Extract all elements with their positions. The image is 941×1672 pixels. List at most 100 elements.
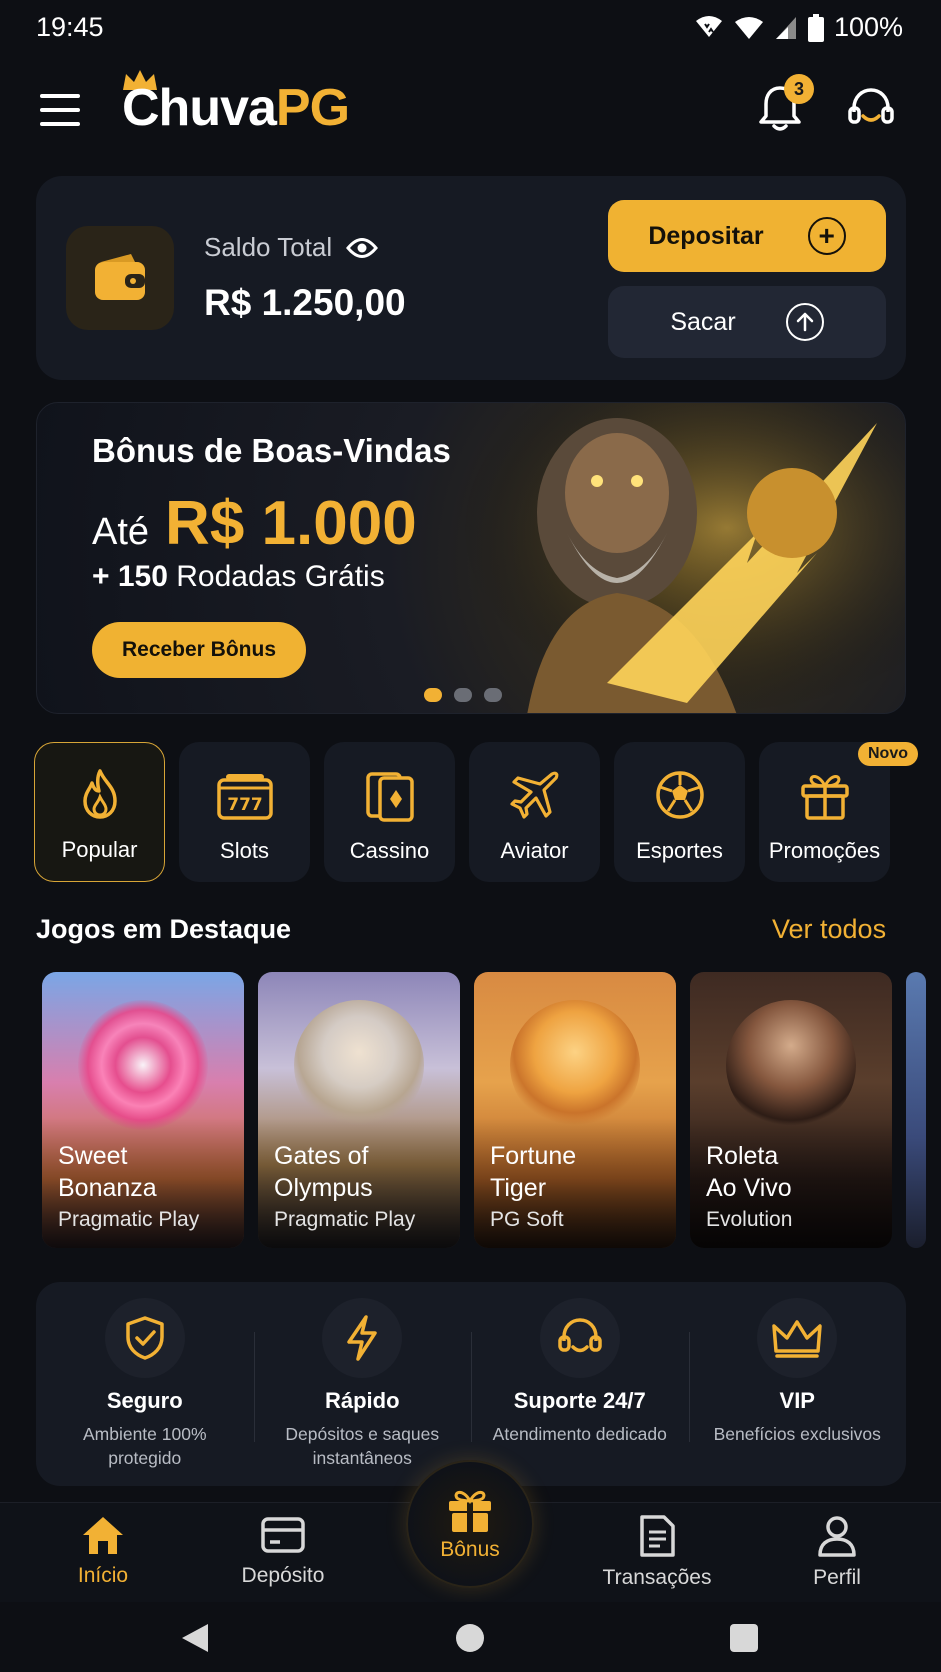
feature-icon-wrap bbox=[104, 1298, 185, 1378]
game-provider: PG Soft bbox=[490, 1208, 564, 1231]
recent-apps-button[interactable] bbox=[730, 1624, 758, 1652]
soccer-ball-icon bbox=[655, 771, 704, 819]
nav-label: Início bbox=[77, 1564, 129, 1587]
nav-transacoes[interactable]: Transações bbox=[592, 1514, 722, 1590]
game-provider: Pragmatic Play bbox=[58, 1208, 200, 1231]
zeus-illustration bbox=[457, 403, 905, 713]
svg-text:777: 777 bbox=[227, 795, 263, 815]
notification-badge: 3 bbox=[784, 74, 814, 104]
balance-label: Saldo Total bbox=[204, 232, 379, 263]
game-card-fortune-tiger[interactable]: Fortune Tiger PG Soft bbox=[474, 972, 676, 1248]
category-aviator[interactable]: Aviator bbox=[469, 742, 600, 882]
banner-free-spins: + 150 Rodadas Grátis bbox=[92, 560, 385, 594]
carousel-dot-1[interactable] bbox=[424, 688, 442, 702]
home-icon bbox=[83, 1517, 123, 1554]
signal-icon bbox=[775, 16, 796, 39]
data-arrows-icon bbox=[695, 15, 722, 37]
see-all-link[interactable]: Ver todos bbox=[772, 914, 886, 945]
category-cassino[interactable]: Cassino bbox=[324, 742, 455, 882]
eye-icon[interactable] bbox=[346, 237, 379, 259]
game-card-sweet-bonanza[interactable]: Sweet Bonanza Pragmatic Play bbox=[42, 972, 244, 1248]
game-thumbnail bbox=[294, 1000, 424, 1130]
game-name: Sweet Bonanza bbox=[58, 1142, 157, 1202]
cards-icon bbox=[365, 772, 414, 822]
plus-circle-icon: + bbox=[807, 217, 846, 255]
status-icons: 100% bbox=[694, 12, 903, 43]
feature-desc: Ambiente 100% protegido bbox=[82, 1424, 207, 1468]
category-slots[interactable]: 777 Slots bbox=[179, 742, 310, 882]
game-thumbnail bbox=[726, 1000, 856, 1130]
carousel-dot-2[interactable] bbox=[454, 688, 472, 702]
lightning-icon bbox=[347, 1315, 377, 1361]
game-thumbnail bbox=[510, 1000, 640, 1130]
gift-icon bbox=[449, 1490, 491, 1532]
feature-icon-wrap bbox=[757, 1298, 838, 1378]
featured-games-carousel: Sweet Bonanza Pragmatic Play Gates of Olym… bbox=[42, 972, 926, 1248]
features-card: Seguro Ambiente 100% protegido Rápido De… bbox=[36, 1282, 906, 1486]
feature-vip: VIP Benefícios exclusivos bbox=[688, 1282, 907, 1486]
game-thumbnail bbox=[78, 1000, 208, 1130]
battery-percent: 100% bbox=[833, 12, 903, 42]
headset-icon bbox=[558, 1318, 602, 1353]
airplane-icon bbox=[509, 771, 558, 819]
feature-name: VIP bbox=[779, 1388, 815, 1413]
game-provider: Evolution bbox=[706, 1208, 793, 1231]
nav-label: Perfil bbox=[813, 1566, 861, 1589]
user-icon bbox=[818, 1516, 856, 1557]
nav-label: Bônus bbox=[440, 1538, 500, 1561]
game-card-partial[interactable] bbox=[906, 972, 926, 1248]
withdraw-button[interactable]: Sacar bbox=[608, 286, 886, 358]
home-button[interactable] bbox=[456, 1624, 484, 1652]
game-name: Roleta Ao Vivo bbox=[706, 1142, 792, 1202]
feature-name: Suporte 24/7 bbox=[513, 1388, 646, 1413]
feature-desc: Depósitos e saques instantâneos bbox=[285, 1424, 440, 1468]
status-time: 19:45 bbox=[36, 12, 104, 42]
wifi-icon bbox=[734, 16, 763, 39]
feature-rapido: Rápido Depósitos e saques instantâneos bbox=[253, 1282, 472, 1486]
shield-check-icon bbox=[126, 1316, 164, 1360]
category-label: Promoções bbox=[768, 838, 881, 863]
new-badge: Novo bbox=[858, 742, 918, 766]
nav-inicio[interactable]: Início bbox=[38, 1514, 168, 1588]
feature-desc: Benefícios exclusivos bbox=[713, 1424, 881, 1444]
category-bar: Popular 777 Slots Cassino Aviator Esport… bbox=[34, 742, 890, 882]
carousel-dots bbox=[424, 688, 502, 702]
app-logo[interactable]: ChuvaPG bbox=[122, 78, 350, 138]
menu-button[interactable] bbox=[40, 90, 80, 130]
category-esportes[interactable]: Esportes bbox=[614, 742, 745, 882]
banner-spins-count: + 150 bbox=[92, 560, 168, 593]
feature-seguro: Seguro Ambiente 100% protegido bbox=[36, 1282, 254, 1486]
banner-title: Bônus de Boas-Vindas bbox=[92, 432, 451, 469]
back-icon[interactable] bbox=[180, 1622, 210, 1654]
wallet-icon bbox=[95, 254, 145, 300]
withdraw-button-label: Sacar bbox=[670, 307, 736, 336]
featured-section-title: Jogos em Destaque bbox=[36, 914, 292, 944]
nav-bonus[interactable]: Bônus bbox=[406, 1460, 534, 1588]
feature-icon-wrap bbox=[539, 1298, 620, 1378]
category-popular[interactable]: Popular bbox=[34, 742, 165, 882]
arrow-up-circle-icon bbox=[785, 303, 824, 341]
wallet-icon-box bbox=[66, 226, 174, 330]
document-icon bbox=[640, 1515, 675, 1557]
game-card-gates-of-olympus[interactable]: Gates of Olympus Pragmatic Play bbox=[258, 972, 460, 1248]
carousel-dot-3[interactable] bbox=[484, 688, 502, 702]
fire-icon bbox=[82, 769, 117, 819]
banner-amount: R$ 1.000 bbox=[165, 489, 417, 558]
game-name: Gates of Olympus bbox=[274, 1142, 373, 1202]
banner-amount-line: Até R$ 1.000 bbox=[92, 488, 417, 559]
feature-name: Seguro bbox=[106, 1388, 183, 1413]
game-name: Fortune Tiger bbox=[490, 1142, 577, 1202]
nav-perfil[interactable]: Perfil bbox=[772, 1514, 902, 1590]
nav-deposito[interactable]: Depósito bbox=[218, 1514, 348, 1588]
category-label: Slots bbox=[220, 838, 269, 863]
battery-icon bbox=[807, 13, 824, 42]
support-headset-icon[interactable] bbox=[846, 84, 896, 134]
deposit-button-label: Depositar bbox=[648, 221, 764, 250]
deposit-button[interactable]: Depositar + bbox=[608, 200, 886, 272]
banner-spins-label: Rodadas Grátis bbox=[176, 560, 385, 593]
feature-icon-wrap bbox=[322, 1298, 403, 1378]
banner-ate: Até bbox=[92, 511, 150, 553]
game-card-roleta-ao-vivo[interactable]: Roleta Ao Vivo Evolution bbox=[690, 972, 892, 1248]
credit-card-icon bbox=[261, 1517, 305, 1553]
receive-bonus-button[interactable]: Receber Bônus bbox=[92, 622, 306, 678]
